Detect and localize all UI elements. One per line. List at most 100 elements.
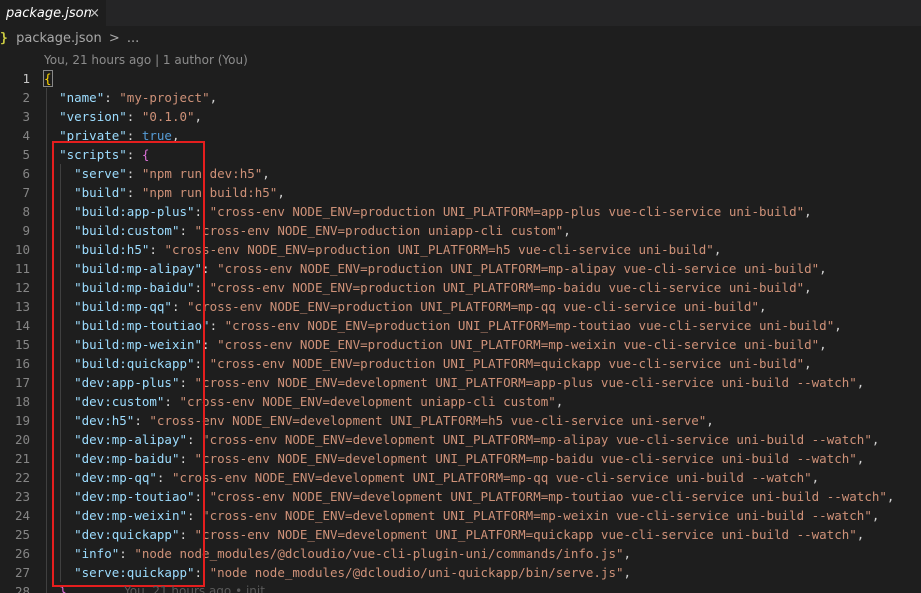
json-key: "name" [59,90,105,105]
breadcrumb-ellipsis[interactable]: ... [127,31,139,46]
punctuation: : [179,223,195,238]
punctuation: , [706,413,714,428]
open-brace: { [141,147,150,162]
line-number: 5 [22,147,30,162]
line-number: 12 [14,280,30,295]
line-number: 27 [14,565,30,580]
line-number: 16 [14,356,30,371]
punctuation: : [202,337,218,352]
punctuation: , [804,356,812,371]
breadcrumb-file[interactable]: package.json [16,31,102,46]
punctuation: , [819,337,827,352]
json-key: "dev:h5" [74,413,135,428]
punctuation: : [194,565,210,580]
punctuation: : [104,90,120,105]
code-editor[interactable]: 1 2 3 4 5 6 7 8 9 10 11 12 13 14 15 16 17 18 19 20 21 22 23 24 2… [0,69,921,593]
json-value: "my-project" [119,90,210,105]
line-number: 7 [22,185,30,200]
line-number: 17 [14,375,30,390]
breadcrumb: } package.json > ... [0,28,139,50]
json-key: "scripts" [59,147,127,162]
json-value: "cross-env NODE_ENV=development UNI_PLAT… [149,413,707,428]
json-value: "cross-env NODE_ENV=production UNI_PLATF… [224,318,835,333]
code-line: "build:h5": "cross-env NODE_ENV=producti… [44,240,921,259]
punctuation: , [804,280,812,295]
punctuation: : [156,470,172,485]
code-line: "serve": "npm run dev:h5", [44,164,921,183]
json-key: "dev:quickapp" [74,527,180,542]
code-line: { [43,69,921,88]
punctuation: : [179,375,195,390]
json-key: "dev:custom" [74,394,165,409]
punctuation: : [179,527,195,542]
json-key: "dev:mp-toutiao" [74,489,195,504]
code-line: "dev:mp-alipay": "cross-env NODE_ENV=dev… [44,430,921,449]
line-number: 22 [14,470,30,485]
json-key: "build:mp-toutiao" [74,318,210,333]
json-value: "cross-env NODE_ENV=production UNI_PLATF… [209,356,805,371]
punctuation: , [819,261,827,276]
json-key: "private" [59,128,127,143]
json-key: "dev:mp-alipay" [74,432,187,447]
punctuation: , [856,451,865,466]
punctuation: , [871,508,880,523]
line-number: 2 [22,90,30,105]
codelens-blame[interactable]: You, 21 hours ago | 1 author (You) [44,51,248,69]
code-line: "dev:quickapp": "cross-env NODE_ENV=deve… [44,525,921,544]
punctuation: : [164,394,180,409]
code-line: "dev:app-plus": "cross-env NODE_ENV=deve… [44,373,921,392]
json-key: "dev:mp-qq" [74,470,157,485]
code-line: "build:custom": "cross-env NODE_ENV=prod… [44,221,921,240]
json-file-icon: } [0,31,8,46]
close-brace: }, [59,584,75,593]
code-line: "dev:mp-baidu": "cross-env NODE_ENV=deve… [44,449,921,468]
json-value: "node node_modules/@dcloudio/uni-quickap… [209,565,624,580]
json-key: "serve" [74,166,127,181]
punctuation: , [277,185,285,200]
punctuation: , [856,527,865,542]
line-number: 23 [14,489,30,504]
line-number: 3 [22,109,30,124]
json-value: "cross-env NODE_ENV=development UNI_PLAT… [202,508,872,523]
json-value: "0.1.0" [141,109,195,124]
json-key: "build:mp-weixin" [74,337,203,352]
json-value: "cross-env NODE_ENV=development UNI_PLAT… [194,375,857,390]
json-value: "cross-env NODE_ENV=production UNI_PLATF… [164,242,714,257]
code-line: "dev:custom": "cross-env NODE_ENV=develo… [44,392,921,411]
json-key: "build:custom" [74,223,180,238]
code-line: "build": "npm run build:h5", [44,183,921,202]
json-value: "cross-env NODE_ENV=production UNI_PLATF… [217,337,820,352]
close-icon[interactable]: × [89,1,100,26]
code-area[interactable]: { "name": "my-project", "version": "0.1.… [43,69,921,593]
punctuation: : [187,508,203,523]
punctuation: : [179,451,195,466]
tab-package-json[interactable]: package.json × [0,0,106,26]
punctuation: , [623,546,632,561]
punctuation: , [209,90,218,105]
code-line: "version": "0.1.0", [44,107,921,126]
line-number: 8 [22,204,30,219]
json-value: "cross-env NODE_ENV=production UNI_PLATF… [217,261,820,276]
line-number: 10 [14,242,30,257]
line-number: 9 [22,223,30,238]
line-number: 15 [14,337,30,352]
punctuation: , [171,128,180,143]
punctuation: , [758,299,767,314]
punctuation: : [149,242,165,257]
json-key: "build:mp-baidu" [74,280,195,295]
chevron-right-icon: > [108,31,120,46]
json-value: true [141,128,172,143]
indent-guide [60,164,61,582]
json-key: "build:quickapp" [74,356,195,371]
line-number-gutter: 1 2 3 4 5 6 7 8 9 10 11 12 13 14 15 16 17 18 19 20 21 22 23 24 2… [0,69,30,593]
json-value: "node node_modules/@dcloudio/vue-cli-plu… [134,546,624,561]
punctuation: : [134,413,150,428]
json-value: "cross-env NODE_ENV=development UNI_PLAT… [209,489,887,504]
json-value: "npm run dev:h5" [141,166,263,181]
code-line: "build:quickapp": "cross-env NODE_ENV=pr… [44,354,921,373]
tab-label: package.json [6,6,92,21]
punctuation: : [194,489,210,504]
line-number: 28 [14,584,30,593]
punctuation: , [804,204,812,219]
punctuation: , [713,242,722,257]
